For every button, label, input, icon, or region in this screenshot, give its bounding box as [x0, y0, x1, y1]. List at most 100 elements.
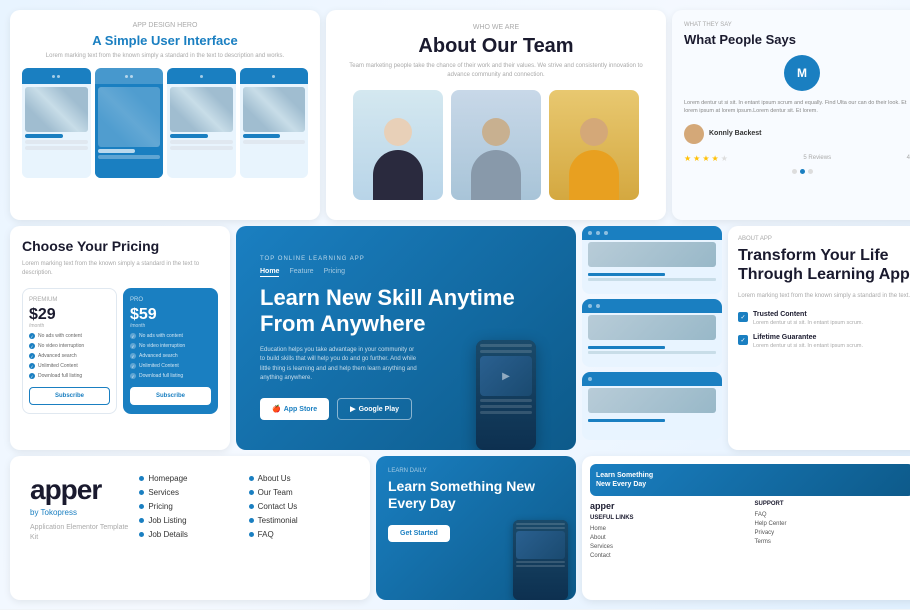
footer-link-terms[interactable]: Terms: [755, 539, 910, 545]
learn-btn[interactable]: Get Started: [388, 525, 450, 542]
reviewer-row: Konnly Backest: [684, 124, 910, 144]
check-icon: [130, 353, 136, 359]
phone-line-42: [243, 140, 306, 144]
team-top-label: WHO WE ARE: [342, 24, 650, 31]
app-dot: [588, 377, 592, 381]
app-dot: [604, 231, 608, 235]
feature-1-5: Download full listing: [29, 373, 110, 379]
team-subtitle: Team marketing people take the chance of…: [342, 62, 650, 80]
dot-active: [800, 169, 805, 174]
hero-btn-googleplay[interactable]: ▶ Google Play: [337, 398, 412, 420]
footer-link-contact[interactable]: Contact: [590, 553, 750, 559]
transform-top-label: ABOUT APP: [738, 236, 910, 242]
app-screen-2: [582, 299, 722, 367]
nav-bullet: [139, 518, 144, 523]
nav-item-joblisting[interactable]: Job Listing: [139, 516, 240, 525]
app-screenshots: [582, 226, 722, 450]
star-5: ★: [721, 154, 728, 163]
footer-link-about[interactable]: About: [590, 535, 750, 541]
phone-line-f2: [98, 155, 161, 159]
pricing-card-1: PREMIUM $29 /month No ads with content N…: [22, 288, 117, 414]
phone-img-featured: [98, 87, 161, 147]
footer-col-left: apper USEFUL LINKS Home About Services C…: [590, 501, 750, 592]
pricing-btn-2[interactable]: Subscribe: [130, 387, 211, 405]
footer-mini-banner: Learn SomethingNew Every Day: [590, 464, 910, 496]
hero-nav-home[interactable]: Home: [260, 268, 279, 277]
transform-feature-2: Lifetime Guarantee Lorem dentur ut si si…: [738, 334, 910, 351]
pricing-btn-1[interactable]: Subscribe: [29, 387, 110, 405]
lp-line-4: [516, 565, 565, 567]
team-photo-2: [451, 90, 541, 200]
nav-bullet: [139, 532, 144, 537]
hero-title: Learn New Skill Anytime From Anywhere: [260, 285, 556, 338]
person-2: [466, 110, 526, 200]
check-icon: [29, 353, 35, 359]
person-head-3: [580, 118, 608, 146]
person-1: [368, 110, 428, 200]
phone-dot: [130, 75, 133, 78]
as-img-2: [588, 315, 716, 340]
googleplay-label: Google Play: [359, 406, 399, 413]
phone-line-f1: [98, 149, 136, 153]
nav-text-joblisting: Job Listing: [148, 516, 186, 525]
nav-item-jobdetails[interactable]: Job Details: [139, 530, 240, 539]
main-container: APP DESIGN HERO A Simple User Interface …: [0, 0, 910, 609]
nav-item-services[interactable]: Services: [139, 488, 240, 497]
person-3: [564, 110, 624, 200]
hero-btn-appstore[interactable]: 🍎 App Store: [260, 398, 329, 420]
nav-text-aboutus: About Us: [258, 474, 291, 483]
pricing-cards: PREMIUM $29 /month No ads with content N…: [22, 288, 218, 414]
phone-line-2: [25, 140, 88, 144]
team-photos: [342, 90, 650, 200]
nav-item-aboutus[interactable]: About Us: [249, 474, 350, 483]
feature-1-1: No ads with content: [29, 333, 110, 339]
nav-item-faq[interactable]: FAQ: [249, 530, 350, 539]
pagination-dots: [684, 169, 910, 174]
phone-content-1: [22, 84, 91, 178]
nav-text-ourteam: Our Team: [258, 488, 293, 497]
footer-col-links-2: SUPPORT FAQ Help Center Privacy Terms: [755, 501, 910, 592]
footer-link-home[interactable]: Home: [590, 526, 750, 532]
footer-link-privacy[interactable]: Privacy: [755, 530, 910, 536]
person-body-3: [569, 150, 619, 200]
tf-label-2: Lifetime Guarantee: [753, 334, 863, 341]
as-line: [588, 346, 665, 349]
footer-card: Learn SomethingNew Every Day apper USEFU…: [582, 456, 910, 600]
price-per-1: /month: [29, 323, 110, 329]
feature-1-3: Advanced search: [29, 353, 110, 359]
footer-link-help[interactable]: Help Center: [755, 521, 910, 527]
nav-item-contactus[interactable]: Contact Us: [249, 502, 350, 511]
phone-line-1: [25, 134, 63, 138]
middle-row: Choose Your Pricing Lorem marking text f…: [0, 220, 910, 450]
phone-mock-4: [240, 68, 309, 178]
nav-item-ourteam[interactable]: Our Team: [249, 488, 350, 497]
tf-text-1: Trusted Content Lorem dentur ut si sit. …: [753, 311, 863, 328]
footer-link-faq[interactable]: FAQ: [755, 512, 910, 518]
nav-item-testimonial[interactable]: Testimonial: [249, 516, 350, 525]
tf-check-1: [738, 312, 748, 322]
app-screen-content-3: [582, 415, 722, 426]
nav-item-homepage[interactable]: Homepage: [139, 474, 240, 483]
phone-line-3: [25, 146, 88, 150]
pricing-panel: Choose Your Pricing Lorem marking text f…: [10, 226, 230, 450]
plan-label-2: PRO: [130, 297, 211, 303]
phone-dot: [57, 75, 60, 78]
app-dot: [588, 304, 592, 308]
footer-link-header-2: SUPPORT: [755, 501, 910, 507]
nav-bullet: [249, 476, 254, 481]
feature-2-2: No video interruption: [130, 343, 211, 349]
footer-link-services[interactable]: Services: [590, 544, 750, 550]
footer-col-links-1: USEFUL LINKS Home About Services Contact: [590, 515, 750, 559]
nav-bullet: [249, 532, 254, 537]
team-photo-3: [549, 90, 639, 200]
phone-img-1: [25, 87, 88, 132]
star-4: ★: [712, 154, 719, 163]
transform-info: ABOUT APP Transform Your Life Through Le…: [728, 226, 910, 450]
nav-text-testimonial: Testimonial: [258, 516, 298, 525]
hero-nav-feature[interactable]: Feature: [289, 268, 313, 277]
nav-item-pricing[interactable]: Pricing: [139, 502, 240, 511]
hero-nav-pricing[interactable]: Pricing: [324, 268, 345, 277]
hero-top-label: TOP ONLINE LEARNING APP: [260, 256, 556, 262]
brand-left: apper by Tokopress Application Elementor…: [30, 474, 131, 543]
check-icon: [29, 333, 35, 339]
